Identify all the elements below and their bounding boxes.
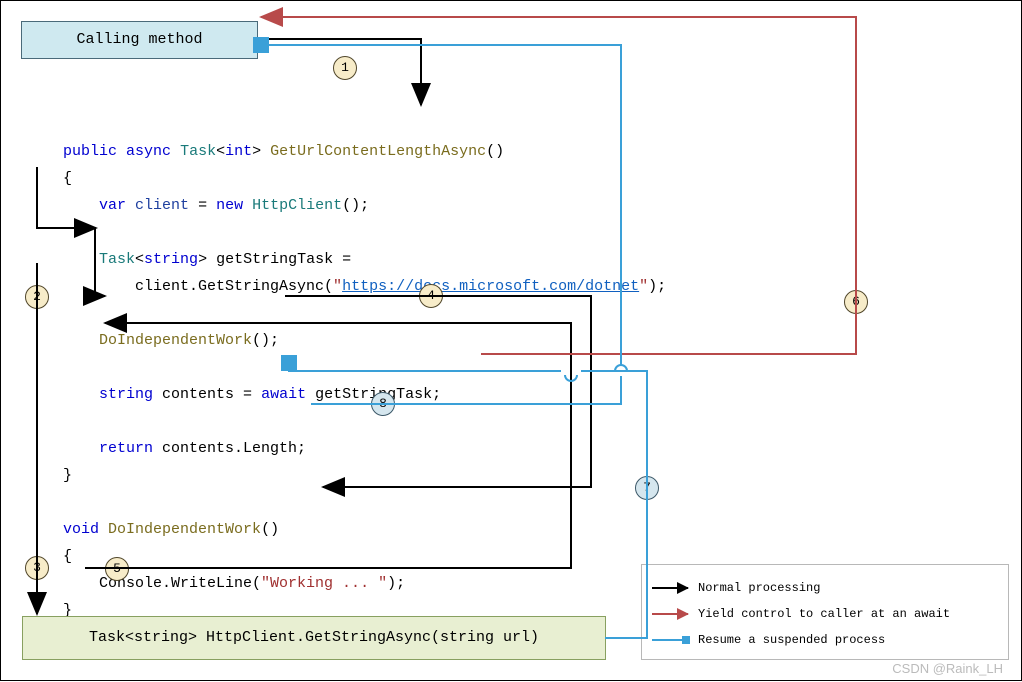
code-line-2: { bbox=[63, 170, 72, 187]
calling-method-box: Calling method bbox=[21, 21, 258, 59]
step-badge-8: 8 bbox=[371, 392, 395, 416]
step-badge-7: 7 bbox=[635, 476, 659, 500]
legend-label-resume: Resume a suspended process bbox=[698, 633, 885, 647]
code-line-1: public async Task<int> GetUrlContentLeng… bbox=[63, 143, 504, 160]
step-badge-3: 3 bbox=[25, 556, 49, 580]
legend-row-yield: Yield control to caller at an await bbox=[652, 601, 998, 627]
httpclient-label: Task<string> HttpClient.GetStringAsync(s… bbox=[89, 629, 539, 646]
code-block: public async Task<int> GetUrlContentLeng… bbox=[63, 111, 666, 624]
legend-box: Normal processing Yield control to calle… bbox=[641, 564, 1009, 660]
calling-method-label: Calling method bbox=[76, 31, 202, 48]
diagram-stage: Calling method public async Task<int> Ge… bbox=[0, 0, 1022, 681]
legend-row-normal: Normal processing bbox=[652, 575, 998, 601]
legend-label-yield: Yield control to caller at an await bbox=[698, 607, 950, 621]
legend-row-resume: Resume a suspended process bbox=[652, 627, 998, 653]
step-badge-6: 6 bbox=[844, 290, 868, 314]
watermark: CSDN @Raink_LH bbox=[892, 661, 1003, 676]
step-badge-1: 1 bbox=[333, 56, 357, 80]
step-badge-2: 2 bbox=[25, 285, 49, 309]
legend-label-normal: Normal processing bbox=[698, 581, 820, 595]
step-badge-5: 5 bbox=[105, 557, 129, 581]
step-badge-4: 4 bbox=[419, 284, 443, 308]
httpclient-box: Task<string> HttpClient.GetStringAsync(s… bbox=[22, 616, 606, 660]
